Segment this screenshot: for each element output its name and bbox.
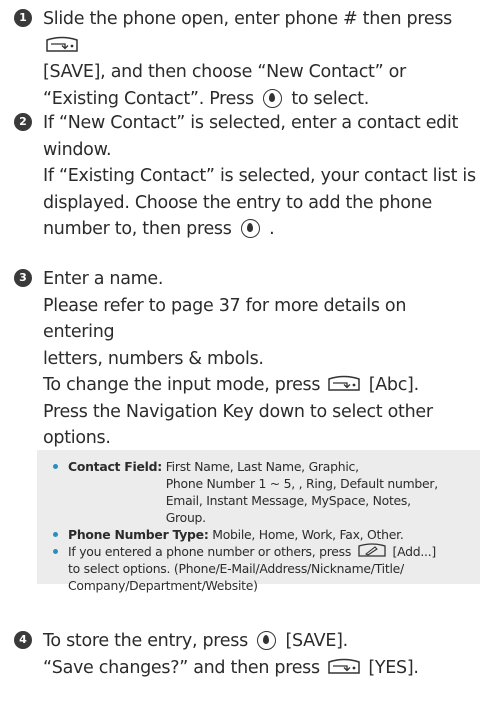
step-number-4: 4 bbox=[14, 631, 32, 649]
phone-type-item: Phone Number Type: Mobile, Home, Work, F… bbox=[51, 526, 470, 543]
step-2-line: displayed. Choose the entry to add the p… bbox=[43, 192, 432, 213]
step-3-line: To change the input mode, press bbox=[43, 375, 321, 395]
right-softkey-icon bbox=[327, 658, 361, 676]
contact-field-item: Contact Field: First Name, Last Name, Gr… bbox=[51, 458, 470, 526]
step-number-1: 1 bbox=[14, 9, 32, 27]
contact-field-label: Contact Field: bbox=[68, 459, 162, 474]
contact-field-value-line: Group. bbox=[165, 510, 206, 525]
step-4-line: [YES]. bbox=[368, 657, 419, 678]
step-1: 1 Slide the phone open, enter phone # th… bbox=[14, 6, 480, 112]
step-3-line: options. bbox=[43, 428, 111, 448]
step-4-line: To store the entry, press bbox=[43, 631, 248, 651]
step-2-line: If “Existing Contact” is selected, your … bbox=[43, 166, 476, 186]
step-2-line: window. bbox=[43, 139, 112, 160]
step-2-line: number to, then press bbox=[43, 219, 232, 239]
step-1-line: [SAVE], and then choose “New Contact” or bbox=[43, 62, 406, 82]
tip-text-line: Company/Department/Website) bbox=[68, 578, 258, 593]
step-2-line: If “New Contact” is selected, enter a co… bbox=[43, 113, 459, 133]
tip-item: If you entered a phone number or others,… bbox=[51, 543, 470, 594]
left-softkey-icon bbox=[357, 543, 387, 558]
step-4: 4 To store the entry, press [SAVE]. “Sav… bbox=[14, 628, 480, 681]
step-3: 3 Enter a name. Please refer to page 37 … bbox=[14, 266, 480, 452]
step-3-line: Please refer to page 37 for more details… bbox=[43, 295, 407, 343]
tip-text: If you entered a phone number or others,… bbox=[68, 544, 352, 559]
step-2-line: . bbox=[269, 219, 275, 239]
manual-page: 1 Slide the phone open, enter phone # th… bbox=[0, 0, 490, 713]
contact-field-value-line: First Name, Last Name, Graphic, bbox=[165, 459, 359, 474]
ok-key-icon bbox=[240, 219, 260, 238]
step-4-line: “Save changes?” and then press bbox=[43, 657, 320, 678]
right-softkey-icon bbox=[45, 36, 79, 54]
step-1-line: Slide the phone open, enter phone # then… bbox=[43, 9, 452, 29]
right-softkey-icon bbox=[327, 375, 361, 393]
step-3-line: [Abc]. bbox=[368, 375, 419, 395]
contact-field-values: First Name, Last Name, Graphic, Phone Nu… bbox=[166, 458, 470, 526]
step-1-line: to select. bbox=[291, 88, 370, 109]
step-1-line: “Existing Contact”. Press bbox=[43, 88, 254, 109]
ok-key-icon bbox=[257, 631, 277, 650]
phone-type-label: Phone Number Type: bbox=[68, 527, 209, 542]
info-box: Contact Field: First Name, Last Name, Gr… bbox=[37, 450, 480, 593]
step-2: 2 If “New Contact” is selected, enter a … bbox=[14, 110, 480, 243]
step-number-3: 3 bbox=[14, 269, 32, 287]
step-4-line: [SAVE]. bbox=[285, 631, 348, 651]
step-2-text: If “New Contact” is selected, enter a co… bbox=[43, 110, 480, 243]
step-3-text: Enter a name. Please refer to page 37 fo… bbox=[43, 266, 480, 452]
step-number-2: 2 bbox=[14, 113, 32, 131]
contact-field-value-line: Email, Instant Message, MySpace, Notes, bbox=[165, 493, 411, 508]
step-4-text: To store the entry, press [SAVE]. “Save … bbox=[43, 628, 480, 681]
step-3-line: Enter a name. bbox=[43, 269, 164, 289]
phone-type-values: Mobile, Home, Work, Fax, Other. bbox=[212, 527, 404, 542]
contact-field-value-line: Phone Number 1 ~ 5, , Ring, Default numb… bbox=[165, 476, 438, 491]
step-3-line: Press the Navigation Key down to select … bbox=[43, 401, 433, 422]
step-3-line: letters, numbers & mbols. bbox=[43, 348, 264, 369]
step-1-text: Slide the phone open, enter phone # then… bbox=[43, 6, 480, 112]
tip-text: [Add...] bbox=[392, 544, 437, 559]
ok-key-icon bbox=[263, 88, 283, 108]
tip-text-line: to select options. (Phone/E-Mail/Address… bbox=[68, 561, 404, 576]
